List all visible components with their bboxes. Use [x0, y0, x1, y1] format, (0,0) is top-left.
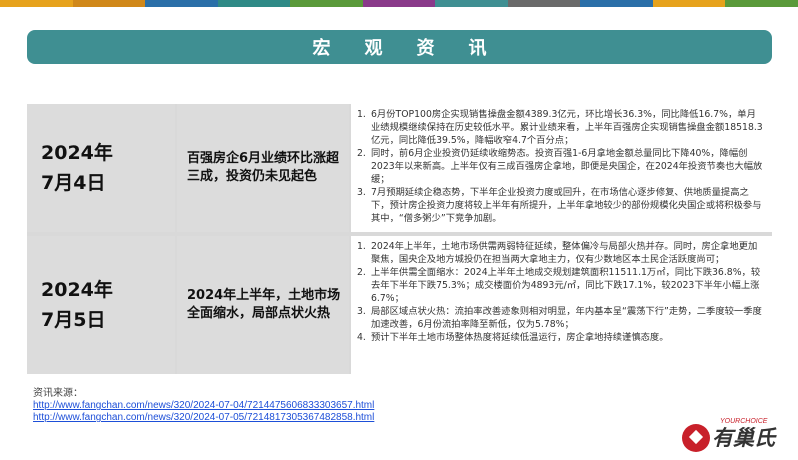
- date-day: 7月4日: [41, 172, 106, 194]
- source-link[interactable]: http://www.fangchan.com/news/320/2024-07…: [33, 400, 374, 412]
- date-year: 2024年: [41, 142, 113, 164]
- table-row: 2024年 7月5日 2024年上半年，土地市场全面缩水，局部点状火热 1. 20…: [27, 236, 772, 374]
- list-item: 3. 7月预期延续企稳态势，下半年企业投资力度或回升，在市场信心逐步修复、供地质量…: [357, 186, 764, 225]
- item-number: 2.: [357, 267, 366, 278]
- item-number: 3.: [357, 187, 366, 198]
- date-cell: 2024年 7月5日: [27, 236, 175, 374]
- logo-brand-text: 有巢氏: [712, 426, 775, 450]
- headline-cell: 2024年上半年，土地市场全面缩水，局部点状火热: [177, 236, 349, 374]
- detail-cell: 1. 2024年上半年，土地市场供需两弱特征延续，整体偏冷与局部火热并存。同时，房…: [351, 236, 772, 374]
- item-text: 6月份TOP100房企实现销售操盘金额4389.3亿元，环比增长36.3%，同比…: [371, 109, 763, 146]
- item-number: 4.: [357, 332, 366, 343]
- stripe-segment: [145, 0, 218, 7]
- top-color-stripe: [0, 0, 798, 7]
- headline: 2024年上半年，土地市场全面缩水，局部点状火热: [187, 288, 341, 321]
- news-table: 2024年 7月4日 百强房企6月业绩环比涨超三成，投资仍未见起色 1. 6月份T…: [27, 104, 772, 374]
- source-label: 资讯来源：: [33, 388, 83, 399]
- source-block: 资讯来源： http://www.fangchan.com/news/320/2…: [33, 388, 374, 424]
- logo-mark-icon: [682, 424, 710, 452]
- list-item: 1. 2024年上半年，土地市场供需两弱特征延续，整体偏冷与局部火热并存。同时，房…: [357, 240, 764, 266]
- date-year: 2024年: [41, 279, 113, 301]
- item-number: 2.: [357, 148, 366, 159]
- list-item: 1. 6月份TOP100房企实现销售操盘金额4389.3亿元，环比增长36.3%，…: [357, 108, 764, 147]
- item-text: 局部区域点状火热：流拍率改善迹象则相对明显，年内基本呈“震荡下行”走势，二季度较…: [371, 306, 762, 330]
- item-text: 预计下半年土地市场整体热度将延续低温运行，房企拿地持续谨慎态度。: [371, 332, 669, 343]
- stripe-segment: [72, 0, 146, 7]
- headline: 百强房企6月业绩环比涨超三成，投资仍未见起色: [187, 151, 340, 184]
- stripe-segment: [507, 0, 581, 7]
- date-day: 7月5日: [41, 309, 106, 331]
- list-item: 3. 局部区域点状火热：流拍率改善迹象则相对明显，年内基本呈“震荡下行”走势，二季…: [357, 305, 764, 331]
- date-cell: 2024年 7月4日: [27, 104, 175, 232]
- detail-list: 1. 6月份TOP100房企实现销售操盘金额4389.3亿元，环比增长36.3%，…: [357, 108, 764, 225]
- list-item: 2. 上半年供需全面缩水：2024上半年土地成交规划建筑面积11511.1万㎡，同…: [357, 266, 764, 305]
- item-text: 2024年上半年，土地市场供需两弱特征延续，整体偏冷与局部火热并存。同时，房企拿…: [371, 241, 758, 265]
- section-banner: 宏观资讯: [27, 30, 772, 64]
- stripe-segment: [435, 0, 508, 7]
- section-title: 宏观资讯: [312, 38, 521, 59]
- stripe-segment: [725, 0, 798, 7]
- detail-list: 1. 2024年上半年，土地市场供需两弱特征延续，整体偏冷与局部火热并存。同时，房…: [357, 240, 764, 344]
- list-item: 2. 同时，前6月企业投资仍延续收缩势态。投资百强1-6月拿地金额总量同比下降40…: [357, 147, 764, 186]
- item-number: 3.: [357, 306, 366, 317]
- list-item: 4. 预计下半年土地市场整体热度将延续低温运行，房企拿地持续谨慎态度。: [357, 331, 764, 344]
- stripe-segment: [362, 0, 436, 7]
- item-number: 1.: [357, 241, 366, 252]
- item-text: 同时，前6月企业投资仍延续收缩势态。投资百强1-6月拿地金额总量同比下降40%，…: [371, 148, 763, 185]
- headline-cell: 百强房企6月业绩环比涨超三成，投资仍未见起色: [177, 104, 349, 232]
- stripe-segment: [0, 0, 73, 7]
- table-row: 2024年 7月4日 百强房企6月业绩环比涨超三成，投资仍未见起色 1. 6月份T…: [27, 104, 772, 232]
- source-link[interactable]: http://www.fangchan.com/news/320/2024-07…: [33, 412, 374, 424]
- stripe-segment: [290, 0, 363, 7]
- stripe-segment: [217, 0, 291, 7]
- item-text: 上半年供需全面缩水：2024上半年土地成交规划建筑面积11511.1万㎡，同比下…: [371, 267, 761, 304]
- item-text: 7月预期延续企稳态势，下半年企业投资力度或回升，在市场信心逐步修复、供地质量提高…: [371, 187, 762, 224]
- detail-cell: 1. 6月份TOP100房企实现销售操盘金额4389.3亿元，环比增长36.3%，…: [351, 104, 772, 232]
- stripe-segment: [580, 0, 653, 7]
- item-number: 1.: [357, 109, 366, 120]
- logo-subtext: YOURCHOICE: [720, 418, 768, 425]
- brand-logo: YOURCHOICE 有巢氏: [682, 418, 782, 454]
- stripe-segment: [652, 0, 726, 7]
